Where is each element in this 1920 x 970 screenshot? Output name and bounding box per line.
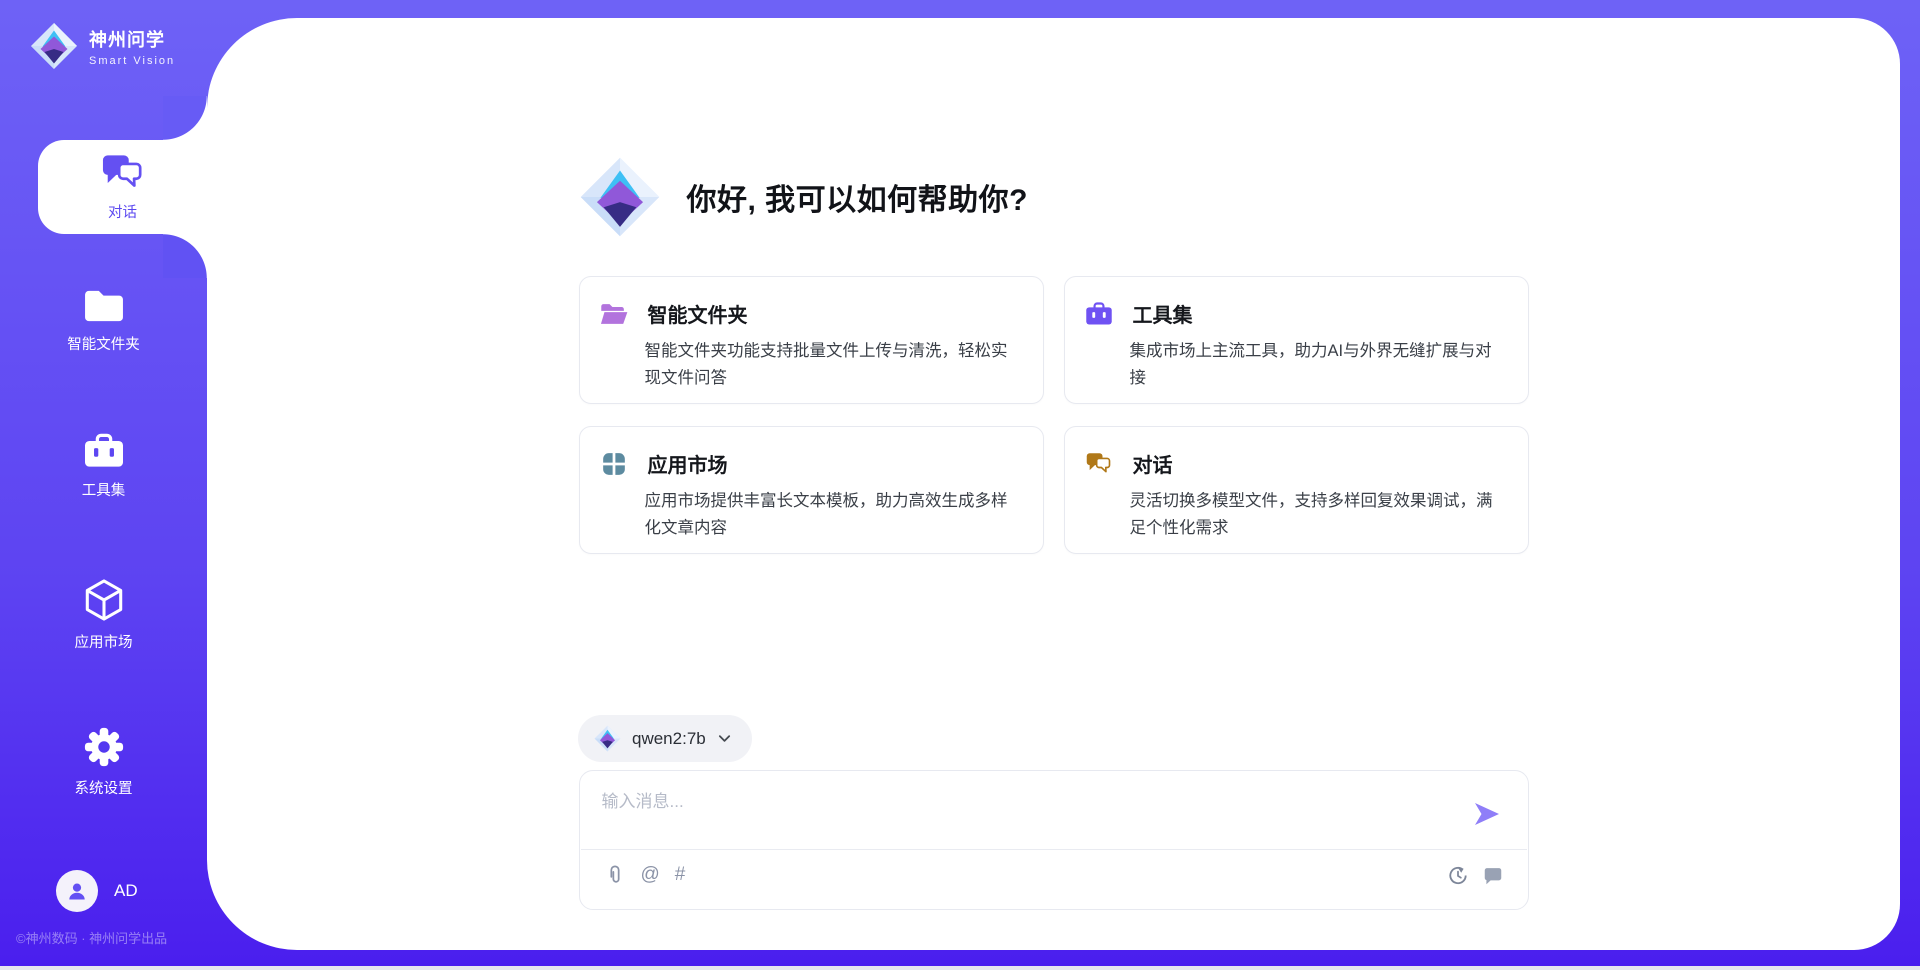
sidebar-item-label: 应用市场 bbox=[75, 631, 133, 652]
history-button[interactable] bbox=[1447, 863, 1469, 887]
greeting-title: 你好, 我可以如何帮助你? bbox=[687, 175, 1029, 219]
model-name: qwen2:7b bbox=[632, 729, 706, 749]
greeting: 你好, 我可以如何帮助你? bbox=[579, 156, 1529, 238]
sidebar-item-tools[interactable]: 工具集 bbox=[0, 432, 207, 500]
sidebar-item-label: 智能文件夹 bbox=[67, 333, 140, 354]
briefcase-icon bbox=[1085, 301, 1113, 327]
person-icon bbox=[65, 879, 89, 903]
folder-open-icon bbox=[600, 301, 628, 327]
folder-icon bbox=[83, 288, 125, 324]
attach-button[interactable] bbox=[604, 863, 626, 887]
message-composer: @ # bbox=[579, 770, 1529, 910]
sidebar-item-label: 工具集 bbox=[82, 479, 126, 500]
main-panel: 你好, 我可以如何帮助你? 智能文件夹 智能文件夹功能支持批量文件上传与清洗，轻… bbox=[207, 18, 1900, 950]
user-menu[interactable]: AD bbox=[56, 870, 138, 912]
card-title: 应用市场 bbox=[648, 449, 728, 478]
comment-button[interactable] bbox=[1482, 863, 1504, 887]
sidebar: 神州问学 Smart Vision 对话 智能文件夹 工具集 应用市场 系统设置… bbox=[0, 0, 207, 970]
comment-icon bbox=[1482, 864, 1504, 887]
brand-diamond-logo-icon bbox=[30, 22, 78, 70]
sidebar-item-chat[interactable]: 对话 bbox=[38, 140, 207, 234]
avatar bbox=[56, 870, 98, 912]
history-icon bbox=[1447, 864, 1469, 887]
card-title: 对话 bbox=[1133, 449, 1173, 478]
user-initials: AD bbox=[114, 881, 138, 901]
sidebar-item-label: 系统设置 bbox=[75, 777, 133, 798]
card-description: 集成市场上主流工具，助力AI与外界无缝扩展与对接 bbox=[1130, 338, 1498, 392]
card-toolset[interactable]: 工具集 集成市场上主流工具，助力AI与外界无缝扩展与对接 bbox=[1064, 276, 1529, 404]
card-app-market[interactable]: 应用市场 应用市场提供丰富长文本模板，助力高效生成多样化文章内容 bbox=[579, 426, 1044, 554]
brand-name: 神州问学 bbox=[89, 26, 175, 52]
app-grid-icon bbox=[600, 451, 628, 477]
sidebar-item-settings[interactable]: 系统设置 bbox=[0, 726, 207, 798]
mention-button[interactable]: @ bbox=[641, 863, 660, 887]
send-button[interactable] bbox=[1472, 799, 1502, 829]
card-description: 灵活切换多模型文件，支持多样回复效果调试，满足个性化需求 bbox=[1130, 488, 1498, 542]
copyright-text: ©神州数码 · 神州问学出品 bbox=[16, 928, 167, 947]
sidebar-item-folders[interactable]: 智能文件夹 bbox=[0, 288, 207, 354]
briefcase-icon bbox=[83, 432, 125, 470]
chat-bubbles-icon bbox=[100, 152, 146, 194]
hash-button[interactable]: # bbox=[675, 863, 686, 887]
composer-divider bbox=[581, 849, 1527, 850]
card-chat[interactable]: 对话 灵活切换多模型文件，支持多样回复效果调试，满足个性化需求 bbox=[1064, 426, 1529, 554]
model-selector[interactable]: qwen2:7b bbox=[578, 715, 752, 762]
brand-subtitle: Smart Vision bbox=[89, 55, 175, 67]
chat-bubbles-icon bbox=[1085, 451, 1113, 477]
gear-icon bbox=[83, 726, 125, 768]
brand: 神州问学 Smart Vision bbox=[30, 22, 175, 70]
attach-icon bbox=[604, 863, 626, 888]
greeting-diamond-logo-icon bbox=[579, 156, 661, 238]
cube-icon bbox=[83, 578, 125, 622]
bottom-edge-bar bbox=[0, 966, 1920, 970]
card-title: 工具集 bbox=[1133, 299, 1193, 328]
card-smart-folders[interactable]: 智能文件夹 智能文件夹功能支持批量文件上传与清洗，轻松实现文件问答 bbox=[579, 276, 1044, 404]
sidebar-item-label: 对话 bbox=[108, 201, 137, 222]
message-input[interactable] bbox=[602, 787, 1462, 845]
diamond-logo-icon bbox=[594, 725, 621, 752]
card-description: 应用市场提供丰富长文本模板，助力高效生成多样化文章内容 bbox=[645, 488, 1013, 542]
send-icon bbox=[1472, 799, 1502, 829]
card-title: 智能文件夹 bbox=[648, 299, 748, 328]
feature-cards: 智能文件夹 智能文件夹功能支持批量文件上传与清洗，轻松实现文件问答 工具集 集成… bbox=[579, 276, 1529, 554]
card-description: 智能文件夹功能支持批量文件上传与清洗，轻松实现文件问答 bbox=[645, 338, 1013, 392]
sidebar-item-market[interactable]: 应用市场 bbox=[0, 578, 207, 652]
chevron-down-icon bbox=[717, 731, 732, 746]
